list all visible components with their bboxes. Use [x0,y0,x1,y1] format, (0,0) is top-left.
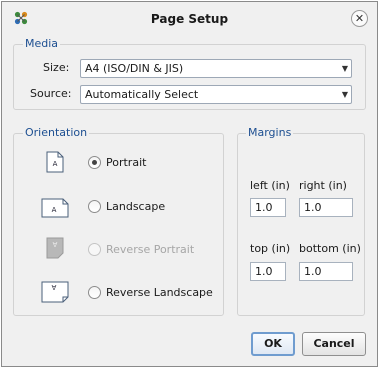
orientation-legend: Orientation [23,126,90,139]
size-select-value: A4 (ISO/DIN & JIS) [85,62,184,75]
chevron-down-icon: ▼ [341,90,348,99]
portrait-page-icon: A [46,151,64,173]
landscape-label: Landscape [106,200,166,213]
portrait-radio[interactable] [88,156,101,169]
left-margin-label: left (in) [250,179,290,192]
bottom-margin-label: bottom (in) [299,242,361,255]
media-legend: Media [23,37,61,50]
svg-text:A: A [52,206,57,214]
reverse-portrait-radio[interactable] [88,243,101,256]
svg-text:A: A [52,240,57,248]
margins-group: Margins left (in) right (in) 1.0 1.0 top… [237,126,365,316]
landscape-page-icon: A [41,198,69,218]
reverse-landscape-page-icon: A [41,281,69,303]
page-setup-dialog: Page Setup ✕ Media Size: A4 (ISO/DIN & J… [1,1,378,367]
media-group: Media Size: A4 (ISO/DIN & JIS) ▼ Source:… [13,37,366,110]
right-margin-label: right (in) [299,179,347,192]
chevron-down-icon: ▼ [341,64,348,73]
source-select-value: Automatically Select [85,88,199,101]
orientation-group: Orientation A Portrait A Landscape A Rev… [13,126,224,316]
landscape-radio[interactable] [88,200,101,213]
svg-text:A: A [53,160,58,168]
reverse-landscape-label: Reverse Landscape [106,286,213,299]
ok-button[interactable]: OK [251,332,295,356]
close-icon: ✕ [354,12,365,25]
title-bar: Page Setup ✕ [2,2,377,35]
top-margin-label: top (in) [250,242,291,255]
reverse-portrait-label: Reverse Portrait [106,243,195,256]
right-margin-field[interactable]: 1.0 [299,198,353,217]
source-label: Source: [30,87,72,100]
cancel-button[interactable]: Cancel [302,332,366,356]
svg-text:A: A [51,283,56,291]
dialog-title: Page Setup [150,12,229,26]
margins-legend: Margins [246,126,294,139]
reverse-landscape-radio[interactable] [88,286,101,299]
bottom-margin-field[interactable]: 1.0 [299,262,353,281]
close-button[interactable]: ✕ [351,10,368,27]
source-select[interactable]: Automatically Select ▼ [80,85,352,104]
top-margin-field[interactable]: 1.0 [250,262,286,281]
size-label: Size: [43,61,70,74]
portrait-label: Portrait [106,156,147,169]
reverse-portrait-page-icon: A [46,237,64,259]
left-margin-field[interactable]: 1.0 [250,198,286,217]
size-select[interactable]: A4 (ISO/DIN & JIS) ▼ [80,59,352,78]
